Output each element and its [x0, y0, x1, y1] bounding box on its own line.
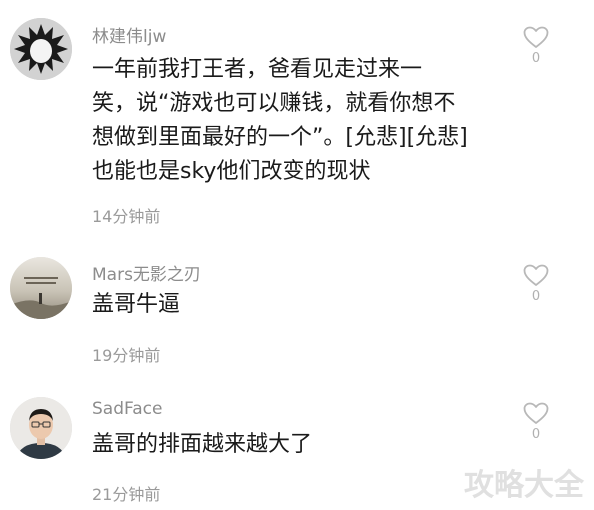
like-button[interactable]: 0 [521, 402, 551, 442]
heart-icon [523, 264, 549, 286]
avatar[interactable] [10, 397, 72, 459]
like-count: 0 [531, 289, 541, 304]
comment-text: 一年前我打王者，爸看见走过来一 笑，说“游戏也可以赚钱，就看你想不 想做到里面最… [92, 53, 468, 189]
heart-icon [523, 26, 549, 48]
landscape-avatar-icon [10, 257, 72, 319]
heart-icon [523, 402, 549, 424]
comment-username[interactable]: Mars无影之刃 [92, 260, 201, 285]
comment-text-line: 盖哥的排面越来越大了 [92, 432, 313, 457]
comment-username[interactable]: SadFace [92, 399, 162, 419]
comment-text: 盖哥的排面越来越大了 [92, 428, 312, 462]
spiky-burst-avatar-icon [10, 18, 72, 80]
avatar[interactable] [10, 257, 72, 319]
portrait-avatar-icon [10, 397, 72, 459]
comment-text-line: 想做到里面最好的一个”。[允悲][允悲] [92, 125, 468, 150]
comment-time: 19分钟前 [92, 346, 161, 365]
watermark: 攻略大全 [464, 468, 584, 503]
comment-username[interactable]: 林建伟ljw [92, 22, 166, 47]
comment-text-line: 盖哥牛逼 [92, 292, 181, 317]
comment-time: 21分钟前 [92, 485, 161, 504]
comment-text-line: 一年前我打王者，爸看见走过来一 [92, 57, 423, 82]
like-count: 0 [531, 427, 541, 442]
comment-text-line: 笑，说“游戏也可以赚钱，就看你想不 [92, 91, 456, 116]
like-count: 0 [531, 51, 541, 66]
like-button[interactable]: 0 [521, 26, 551, 66]
avatar[interactable] [10, 18, 72, 80]
comment-time: 14分钟前 [92, 207, 161, 226]
comment-item: Mars无影之刃 盖哥牛逼 19分钟前 0 [0, 240, 594, 378]
comment-item: 林建伟ljw 一年前我打王者，爸看见走过来一 笑，说“游戏也可以赚钱，就看你想不… [0, 0, 594, 240]
like-button[interactable]: 0 [521, 264, 551, 304]
comment-text-line: 也能也是sky他们改变的现状 [92, 159, 371, 184]
comment-text: 盖哥牛逼 [92, 288, 180, 322]
